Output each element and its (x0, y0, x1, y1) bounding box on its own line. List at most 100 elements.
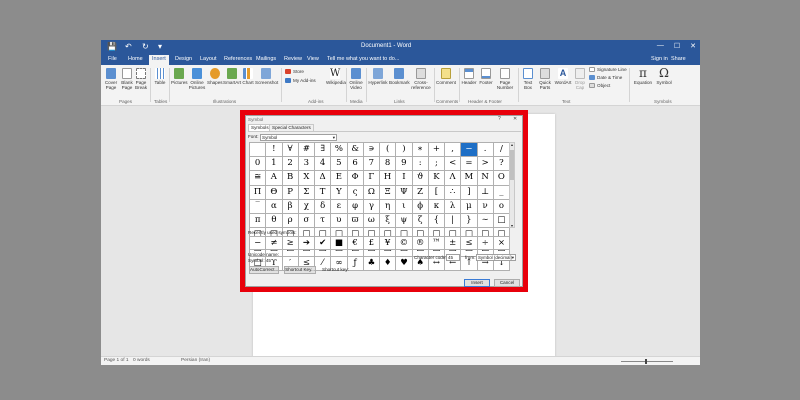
help-icon[interactable]: ? (498, 116, 501, 123)
symbol-cell[interactable]: ? (493, 157, 510, 172)
symbol-cell[interactable]: ∃ (315, 143, 332, 158)
cross-reference-button[interactable]: Cross-reference (410, 68, 432, 90)
symbol-cell[interactable]: ♥ (396, 256, 413, 271)
recent-symbol-cell[interactable]: × (493, 237, 510, 250)
symbol-cell[interactable]: ♣ (363, 256, 380, 271)
symbol-cell[interactable]: ξ (380, 213, 397, 229)
online-video-button[interactable]: Online Video (348, 68, 364, 90)
symbol-cell[interactable]: μ (461, 199, 478, 214)
tab-design[interactable]: Design (172, 55, 195, 64)
symbol-cell[interactable]: ρ (282, 213, 299, 229)
tab-home[interactable]: Home (125, 55, 146, 64)
wikipedia-button[interactable]: W Wikipedia (326, 68, 346, 85)
symbol-cell[interactable]: γ (363, 199, 380, 214)
symbol-cell[interactable]: Δ (315, 171, 332, 186)
symbol-cell[interactable]: Ν (477, 171, 494, 186)
recent-symbol-cell[interactable]: © (396, 237, 413, 250)
recent-symbol-cell[interactable]: ± (445, 237, 462, 250)
symbol-cell[interactable]: ∀ (282, 143, 299, 158)
symbol-cell[interactable]: Ω (363, 185, 380, 200)
object-button[interactable]: Object (589, 83, 610, 89)
symbol-cell[interactable]: ƒ (347, 256, 364, 271)
symbol-cell[interactable]: ψ (396, 213, 413, 229)
symbol-cell[interactable]: Ο (493, 171, 510, 186)
symbol-cell[interactable]: Σ (298, 185, 315, 200)
recent-symbol-cell[interactable]: ÷ (477, 237, 494, 250)
pictures-button[interactable]: Pictures (171, 68, 188, 85)
autocorrect-button[interactable]: AutoCorrect... (249, 266, 279, 274)
symbol-cell[interactable]: ϑ (412, 171, 429, 186)
symbol-cell[interactable]: ‾ (250, 199, 267, 214)
cancel-button[interactable]: Cancel (494, 279, 520, 287)
symbol-cell[interactable]: 9 (396, 157, 413, 172)
symbol-cell[interactable]: + (428, 143, 445, 158)
from-select[interactable]: Symbol (decimal) ▾ (476, 254, 516, 261)
drop-cap-button[interactable]: Drop Cap (573, 68, 587, 90)
symbol-cell[interactable]: Τ (315, 185, 332, 200)
save-icon[interactable]: 💾 (107, 42, 117, 52)
tab-review[interactable]: Review (281, 55, 305, 64)
symbol-cell[interactable]: Ζ (412, 185, 429, 200)
symbol-cell[interactable]: _ (493, 185, 510, 200)
tab-insert[interactable]: Insert (149, 55, 169, 65)
blank-page-button[interactable]: Blank Page (120, 68, 134, 90)
symbol-cell[interactable]: [ (428, 185, 445, 200)
symbol-cell[interactable]: Η (380, 171, 397, 186)
shapes-button[interactable]: Shapes (207, 68, 223, 85)
undo-icon[interactable]: ↶ (125, 42, 132, 52)
smartart-button[interactable]: SmartArt (223, 68, 241, 85)
store-button[interactable]: Store (285, 69, 304, 75)
symbol-cell[interactable]: Μ (461, 171, 478, 186)
symbol-cell[interactable]: ∗ (412, 143, 429, 158)
symbol-cell[interactable]: ( (380, 143, 397, 158)
share-button[interactable]: Share (671, 55, 686, 64)
symbol-cell[interactable]: ζ (412, 213, 429, 229)
symbol-cell[interactable]: 0 (250, 157, 267, 172)
symbol-cell[interactable]: φ (347, 199, 364, 214)
symbol-cell[interactable]: Α (266, 171, 283, 186)
symbol-cell[interactable]: ν (477, 199, 494, 214)
symbol-cell[interactable]: % (331, 143, 348, 158)
symbol-cell[interactable]: ⊥ (477, 185, 494, 200)
minimize-icon[interactable]: — (657, 42, 664, 50)
symbol-cell[interactable]: δ (315, 199, 332, 214)
word-count[interactable]: 0 words (133, 357, 150, 365)
shortcut-key-button[interactable]: Shortcut Key... (284, 266, 316, 274)
symbol-cell[interactable]: χ (298, 199, 315, 214)
symbol-cell[interactable]: κ (428, 199, 445, 214)
symbol-cell[interactable]: Θ (266, 185, 283, 200)
symbol-cell[interactable]: β (282, 199, 299, 214)
cover-page-button[interactable]: Cover Page (103, 68, 119, 90)
symbol-cell[interactable]: 5 (331, 157, 348, 172)
symbol-cell[interactable]: | (445, 213, 462, 229)
symbol-cell[interactable]: ϕ (412, 199, 429, 214)
symbol-cell[interactable]: ♦ (380, 256, 397, 271)
sign-in-link[interactable]: Sign in (651, 55, 668, 64)
insert-button[interactable]: Insert (464, 279, 490, 287)
tab-mailings[interactable]: Mailings (253, 55, 279, 64)
recent-symbol-cell[interactable]: ➔ (298, 237, 315, 250)
tab-layout[interactable]: Layout (197, 55, 220, 64)
symbol-cell[interactable] (250, 143, 267, 158)
symbol-cell[interactable]: . (477, 143, 494, 158)
symbol-cell[interactable]: 6 (347, 157, 364, 172)
recent-symbol-cell[interactable]: ¥ (380, 237, 397, 250)
tab-special-characters[interactable]: Special Characters (269, 124, 314, 131)
redo-icon[interactable]: ↻ (142, 42, 149, 52)
tab-view[interactable]: View (304, 55, 322, 64)
symbol-cell[interactable]: 3 (298, 157, 315, 172)
symbol-cell[interactable]: Β (282, 171, 299, 186)
symbol-cell[interactable]: Ι (396, 171, 413, 186)
footer-button[interactable]: Footer (478, 68, 494, 85)
symbol-cell[interactable]: < (445, 157, 462, 172)
recent-symbol-cell[interactable]: £ (363, 237, 380, 250)
symbol-cell[interactable]: ι (396, 199, 413, 214)
maximize-icon[interactable]: ☐ (674, 42, 680, 50)
symbol-cell[interactable]: θ (266, 213, 283, 229)
symbol-cell[interactable]: Π (250, 185, 267, 200)
symbol-cell[interactable]: 4 (315, 157, 332, 172)
symbol-cell[interactable]: ) (396, 143, 413, 158)
symbol-cell[interactable]: , (445, 143, 462, 158)
recent-symbol-cell[interactable]: ™ (428, 237, 445, 250)
page-number-button[interactable]: Page Number (495, 68, 515, 90)
